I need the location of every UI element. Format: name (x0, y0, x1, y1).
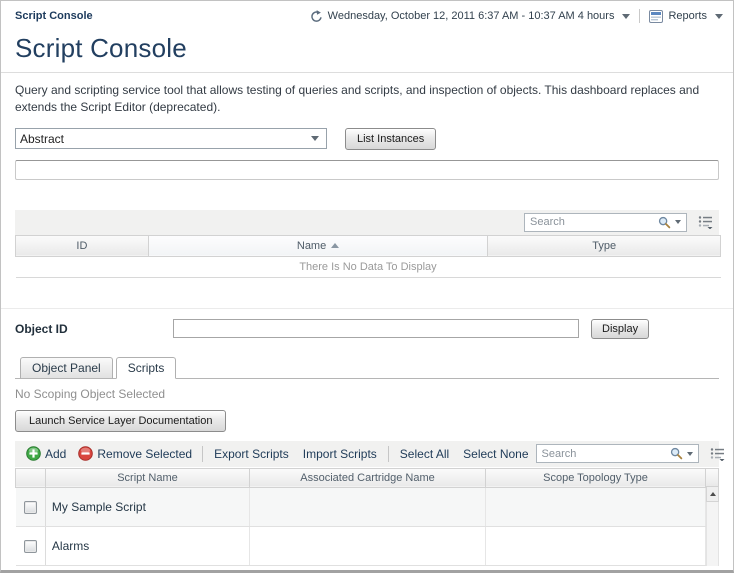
no-data-message: There Is No Data To Display (16, 256, 721, 277)
query-result-box (15, 160, 719, 180)
cartridge-name-cell (250, 487, 486, 526)
launch-documentation-button[interactable]: Launch Service Layer Documentation (15, 410, 226, 432)
time-range-icon (310, 10, 323, 23)
instances-panel: ID Name Type There Is No Data To Display (1, 210, 733, 278)
scripts-toolbar-right (536, 444, 726, 463)
topology-type-cell (486, 526, 706, 565)
script-console-page: Script Console Wednesday, October 12, 20… (0, 0, 734, 573)
add-icon (26, 446, 41, 461)
remove-icon (78, 446, 93, 461)
row-checkbox[interactable] (24, 540, 37, 553)
divider (639, 9, 640, 23)
scripts-table-header: Script Name Associated Cartridge Name Sc… (16, 468, 706, 487)
time-range-selector[interactable]: Wednesday, October 12, 2011 6:37 AM - 10… (310, 10, 631, 23)
magnifier-icon[interactable] (670, 447, 683, 460)
add-label: Add (45, 447, 66, 461)
tab-object-panel[interactable]: Object Panel (20, 357, 113, 379)
top-bar: Script Console Wednesday, October 12, 20… (1, 1, 733, 31)
object-id-label: Object ID (15, 322, 173, 336)
add-button[interactable]: Add (20, 446, 72, 461)
tab-strip: Object Panel Scripts (15, 356, 719, 379)
topology-type-cell (486, 487, 706, 526)
object-id-section: Object ID Display (1, 308, 733, 339)
chevron-down-icon[interactable] (687, 452, 693, 456)
table-customizer-icon[interactable] (698, 215, 714, 229)
chevron-down-icon[interactable] (675, 220, 681, 224)
reports-label: Reports (668, 10, 707, 22)
scrollbar-track[interactable] (706, 502, 719, 566)
import-scripts-button[interactable]: Import Scripts (296, 447, 384, 461)
empty-row: There Is No Data To Display (16, 256, 721, 277)
topbar-right: Wednesday, October 12, 2011 6:37 AM - 10… (310, 9, 723, 23)
scripts-table: Script Name Associated Cartridge Name Sc… (15, 468, 706, 566)
instances-table-header: ID Name Type (16, 235, 721, 256)
page-description: Query and scripting service tool that al… (15, 82, 719, 116)
instances-search[interactable] (524, 213, 687, 232)
chevron-down-icon (311, 136, 319, 141)
script-name-cell[interactable]: My Sample Script (45, 487, 249, 526)
triangle-up-icon (710, 492, 716, 496)
chevron-down-icon (715, 14, 723, 19)
column-header-type[interactable]: Type (488, 235, 721, 256)
scripts-table-wrap: Script Name Associated Cartridge Name Sc… (15, 468, 719, 566)
toolbar-divider (202, 446, 203, 462)
select-none-button[interactable]: Select None (456, 447, 535, 461)
object-id-input[interactable] (173, 319, 579, 338)
title-divider (1, 72, 733, 73)
scripts-toolbar-actions: Add Remove Selected Export Scripts Impor… (20, 446, 536, 462)
chevron-down-icon (622, 14, 630, 19)
toolbar-divider (388, 446, 389, 462)
scripts-toolbar: Add Remove Selected Export Scripts Impor… (15, 441, 719, 467)
table-customizer-icon[interactable] (710, 447, 726, 461)
column-header-checkbox (16, 468, 46, 487)
remove-selected-button[interactable]: Remove Selected (72, 446, 198, 461)
column-header-id[interactable]: ID (16, 235, 149, 256)
column-header-name[interactable]: Name (148, 235, 488, 256)
export-scripts-button[interactable]: Export Scripts (207, 447, 296, 461)
instances-table: ID Name Type There Is No Data To Display (15, 235, 721, 278)
row-checkbox[interactable] (24, 501, 37, 514)
vertical-scrollbar[interactable] (706, 468, 719, 566)
time-range-label: Wednesday, October 12, 2011 6:37 AM - 10… (328, 10, 615, 22)
display-button[interactable]: Display (591, 319, 649, 339)
scroll-up-button[interactable] (706, 487, 719, 502)
page-title: Script Console (15, 33, 733, 64)
type-dropdown-value: Abstract (20, 132, 64, 146)
scoping-status: No Scoping Object Selected (15, 387, 719, 401)
type-dropdown[interactable]: Abstract (15, 128, 327, 149)
tab-scripts[interactable]: Scripts (116, 357, 177, 379)
column-header-cartridge-name[interactable]: Associated Cartridge Name (250, 468, 486, 487)
select-all-button[interactable]: Select All (393, 447, 456, 461)
sort-ascending-icon (331, 243, 339, 248)
reports-menu[interactable]: Reports (649, 10, 723, 23)
query-row: Abstract List Instances (15, 128, 719, 150)
cartridge-name-cell (250, 526, 486, 565)
script-name-cell[interactable]: Alarms (45, 526, 249, 565)
list-instances-button[interactable]: List Instances (345, 128, 436, 150)
scripts-search-input[interactable] (542, 448, 670, 460)
column-header-topology-type[interactable]: Scope Topology Type (486, 468, 706, 487)
magnifier-icon[interactable] (658, 216, 671, 229)
table-row[interactable]: Alarms (16, 526, 706, 565)
reports-icon (649, 10, 663, 23)
instances-toolbar (15, 210, 719, 235)
column-header-script-name[interactable]: Script Name (45, 468, 249, 487)
table-row[interactable]: My Sample Script (16, 487, 706, 526)
breadcrumb: Script Console (15, 10, 93, 22)
scripts-search[interactable] (536, 444, 699, 463)
scrollbar-header-stub (706, 468, 719, 487)
instances-search-input[interactable] (530, 216, 658, 228)
remove-selected-label: Remove Selected (97, 447, 192, 461)
